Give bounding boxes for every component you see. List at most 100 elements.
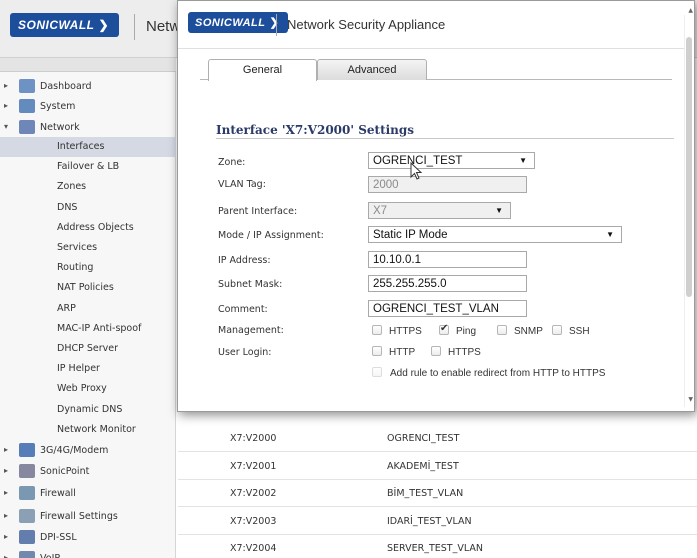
- sidebar-subitem-interfaces[interactable]: Interfaces: [0, 137, 176, 157]
- expand-arrow-icon[interactable]: ▾: [4, 122, 8, 131]
- sidebar-item-sonicpoint[interactable]: ▸ SonicPoint: [0, 462, 176, 482]
- sidebar-subitem-label: Web Proxy: [57, 383, 107, 395]
- tab-advanced[interactable]: Advanced: [317, 59, 427, 80]
- sidebar-item-label: Dashboard: [40, 81, 92, 92]
- parent-interface-label: Parent Interface:: [218, 206, 298, 217]
- subnet-mask-value: 255.255.255.0: [373, 278, 447, 290]
- parent-interface-select[interactable]: X7 ▼: [368, 202, 511, 219]
- sidebar-item-firewall[interactable]: ▸ Firewall: [0, 484, 176, 504]
- sidebar-subitem-dynamic-dns[interactable]: Dynamic DNS: [0, 400, 176, 420]
- comment-value: OGRENCI_TEST_VLAN: [373, 303, 499, 315]
- expand-arrow-icon[interactable]: ▸: [4, 445, 8, 454]
- sidebar-subitem-dhcp-server[interactable]: DHCP Server: [0, 339, 176, 359]
- expand-arrow-icon[interactable]: ▸: [4, 553, 8, 558]
- sidebar-subitem-ip-helper[interactable]: IP Helper: [0, 359, 176, 379]
- zone-select[interactable]: OGRENCI_TEST ▼: [368, 152, 535, 169]
- subnet-mask-label: Subnet Mask:: [218, 279, 283, 290]
- dialog-scrollbar[interactable]: [684, 15, 694, 407]
- sidebar-item-label: System: [40, 101, 76, 112]
- expand-arrow-icon[interactable]: ▸: [4, 511, 8, 520]
- mode-select[interactable]: Static IP Mode ▼: [368, 226, 622, 243]
- expand-arrow-icon[interactable]: ▸: [4, 532, 8, 541]
- scrollbar-thumb[interactable]: [686, 37, 692, 297]
- screen: SONICWALL ❯ Netw ▸ Dashboard ▸ System ▾ Networ…: [0, 0, 697, 558]
- expand-arrow-icon[interactable]: ▸: [4, 466, 8, 475]
- table-row[interactable]: X7:V2004 SERVER_TEST_VLAN: [178, 535, 697, 558]
- https-management-checkbox[interactable]: [372, 325, 382, 335]
- interface-name-cell: X7:V2000: [230, 433, 277, 444]
- redirect-checkbox[interactable]: [372, 367, 382, 377]
- zone-cell: BİM_TEST_VLAN: [387, 488, 464, 499]
- sidebar-item-dashboard[interactable]: ▸ Dashboard: [0, 77, 176, 97]
- sidebar-subitem-failover-lb[interactable]: Failover & LB: [0, 157, 176, 177]
- subnet-mask-input[interactable]: 255.255.255.0: [368, 275, 527, 292]
- sidebar-item-network[interactable]: ▾ Network: [0, 118, 176, 138]
- sidebar-subitem-label: Network Monitor: [57, 423, 136, 435]
- sidebar-subitem-zones[interactable]: Zones: [0, 177, 176, 197]
- sidebar-item-system[interactable]: ▸ System: [0, 97, 176, 117]
- sidebar-subitem-services[interactable]: Services: [0, 238, 176, 258]
- dialog-header: SONICWALL ❯ Network Security Appliance: [178, 1, 694, 49]
- table-row[interactable]: X7:V2001 AKADEMİ_TEST: [178, 452, 697, 480]
- chevron-down-icon: ▼: [519, 156, 527, 165]
- mode-select-value: Static IP Mode: [373, 229, 448, 241]
- sidebar-toolbar: [0, 58, 176, 72]
- sidebar-item-dpi-ssl[interactable]: ▸ DPI-SSL: [0, 528, 176, 548]
- expand-arrow-icon[interactable]: ▸: [4, 101, 8, 110]
- sidebar-item-label: 3G/4G/Modem: [40, 445, 109, 456]
- management-options: HTTPS Ping SNMP SSH: [372, 323, 612, 339]
- ip-address-value: 10.10.0.1: [373, 254, 421, 266]
- sidebar-item-label: Firewall: [40, 488, 76, 499]
- vlan-tag-input[interactable]: 2000: [368, 176, 527, 193]
- https-login-label: HTTPS: [448, 347, 481, 358]
- modem-icon: [19, 443, 35, 457]
- sidebar-subitem-arp[interactable]: ARP: [0, 299, 176, 319]
- snmp-management-checkbox[interactable]: [497, 325, 507, 335]
- interface-name-cell: X7:V2002: [230, 488, 277, 499]
- comment-input[interactable]: OGRENCI_TEST_VLAN: [368, 300, 527, 317]
- ip-address-input[interactable]: 10.10.0.1: [368, 251, 527, 268]
- sidebar-subitem-address-objects[interactable]: Address Objects: [0, 218, 176, 238]
- sidebar-subitem-web-proxy[interactable]: Web Proxy: [0, 379, 176, 399]
- tab-general[interactable]: General: [208, 59, 317, 81]
- parent-interface-value: X7: [373, 205, 388, 217]
- https-login-checkbox[interactable]: [431, 346, 441, 356]
- scroll-up-arrow-icon[interactable]: ▲: [688, 7, 693, 14]
- ip-address-label: IP Address:: [218, 255, 271, 266]
- sidebar-subitem-dns[interactable]: DNS: [0, 198, 176, 218]
- dialog-header-divider: [276, 14, 277, 36]
- sidebar-item-label: DPI-SSL: [40, 532, 77, 543]
- ping-management-checkbox[interactable]: [439, 323, 449, 335]
- header-divider: [134, 14, 135, 40]
- sidebar-item-label: SonicPoint: [40, 466, 90, 477]
- sidebar-item-firewall-settings[interactable]: ▸ Firewall Settings: [0, 507, 176, 527]
- sidebar-subitem-label: DNS: [57, 201, 78, 213]
- table-row[interactable]: X7:V2003 IDARİ_TEST_VLAN: [178, 507, 697, 535]
- firewall-icon: [19, 486, 35, 500]
- sidebar-item-voip[interactable]: ▸ VoIP: [0, 549, 176, 558]
- table-row[interactable]: X7:V2002 BİM_TEST_VLAN: [178, 480, 697, 507]
- sidebar-subitem-label: Routing: [57, 262, 94, 274]
- network-globe-icon: [19, 120, 35, 134]
- scroll-down-arrow-icon[interactable]: ▼: [688, 396, 693, 403]
- sidebar-subitem-mac-ip-anti-spoof[interactable]: MAC-IP Anti-spoof: [0, 319, 176, 339]
- access-point-icon: [19, 464, 35, 478]
- zone-cell: SERVER_TEST_VLAN: [387, 543, 483, 554]
- ssh-management-checkbox[interactable]: [552, 325, 562, 335]
- interface-name-cell: X7:V2001: [230, 460, 277, 472]
- section-title: Interface 'X7:V2000' Settings: [216, 123, 415, 137]
- zone-label: Zone:: [218, 157, 246, 168]
- sidebar-subitem-label: Address Objects: [57, 221, 134, 233]
- expand-arrow-icon[interactable]: ▸: [4, 81, 8, 90]
- sonicwall-logo: SONICWALL ❯: [10, 13, 126, 41]
- section-divider: [216, 138, 674, 139]
- sidebar-subitem-network-monitor[interactable]: Network Monitor: [0, 420, 176, 440]
- sidebar-item-3g-4g-modem[interactable]: ▸ 3G/4G/Modem: [0, 441, 176, 461]
- http-login-checkbox[interactable]: [372, 346, 382, 356]
- sidebar-subitem-label: Failover & LB: [57, 161, 120, 173]
- table-row[interactable]: X7:V2000 OGRENCI_TEST: [178, 425, 697, 452]
- expand-arrow-icon[interactable]: ▸: [4, 488, 8, 497]
- sidebar-subitem-routing[interactable]: Routing: [0, 258, 176, 278]
- app-header-title: Netw: [146, 18, 181, 35]
- sidebar-subitem-nat-policies[interactable]: NAT Policies: [0, 278, 176, 298]
